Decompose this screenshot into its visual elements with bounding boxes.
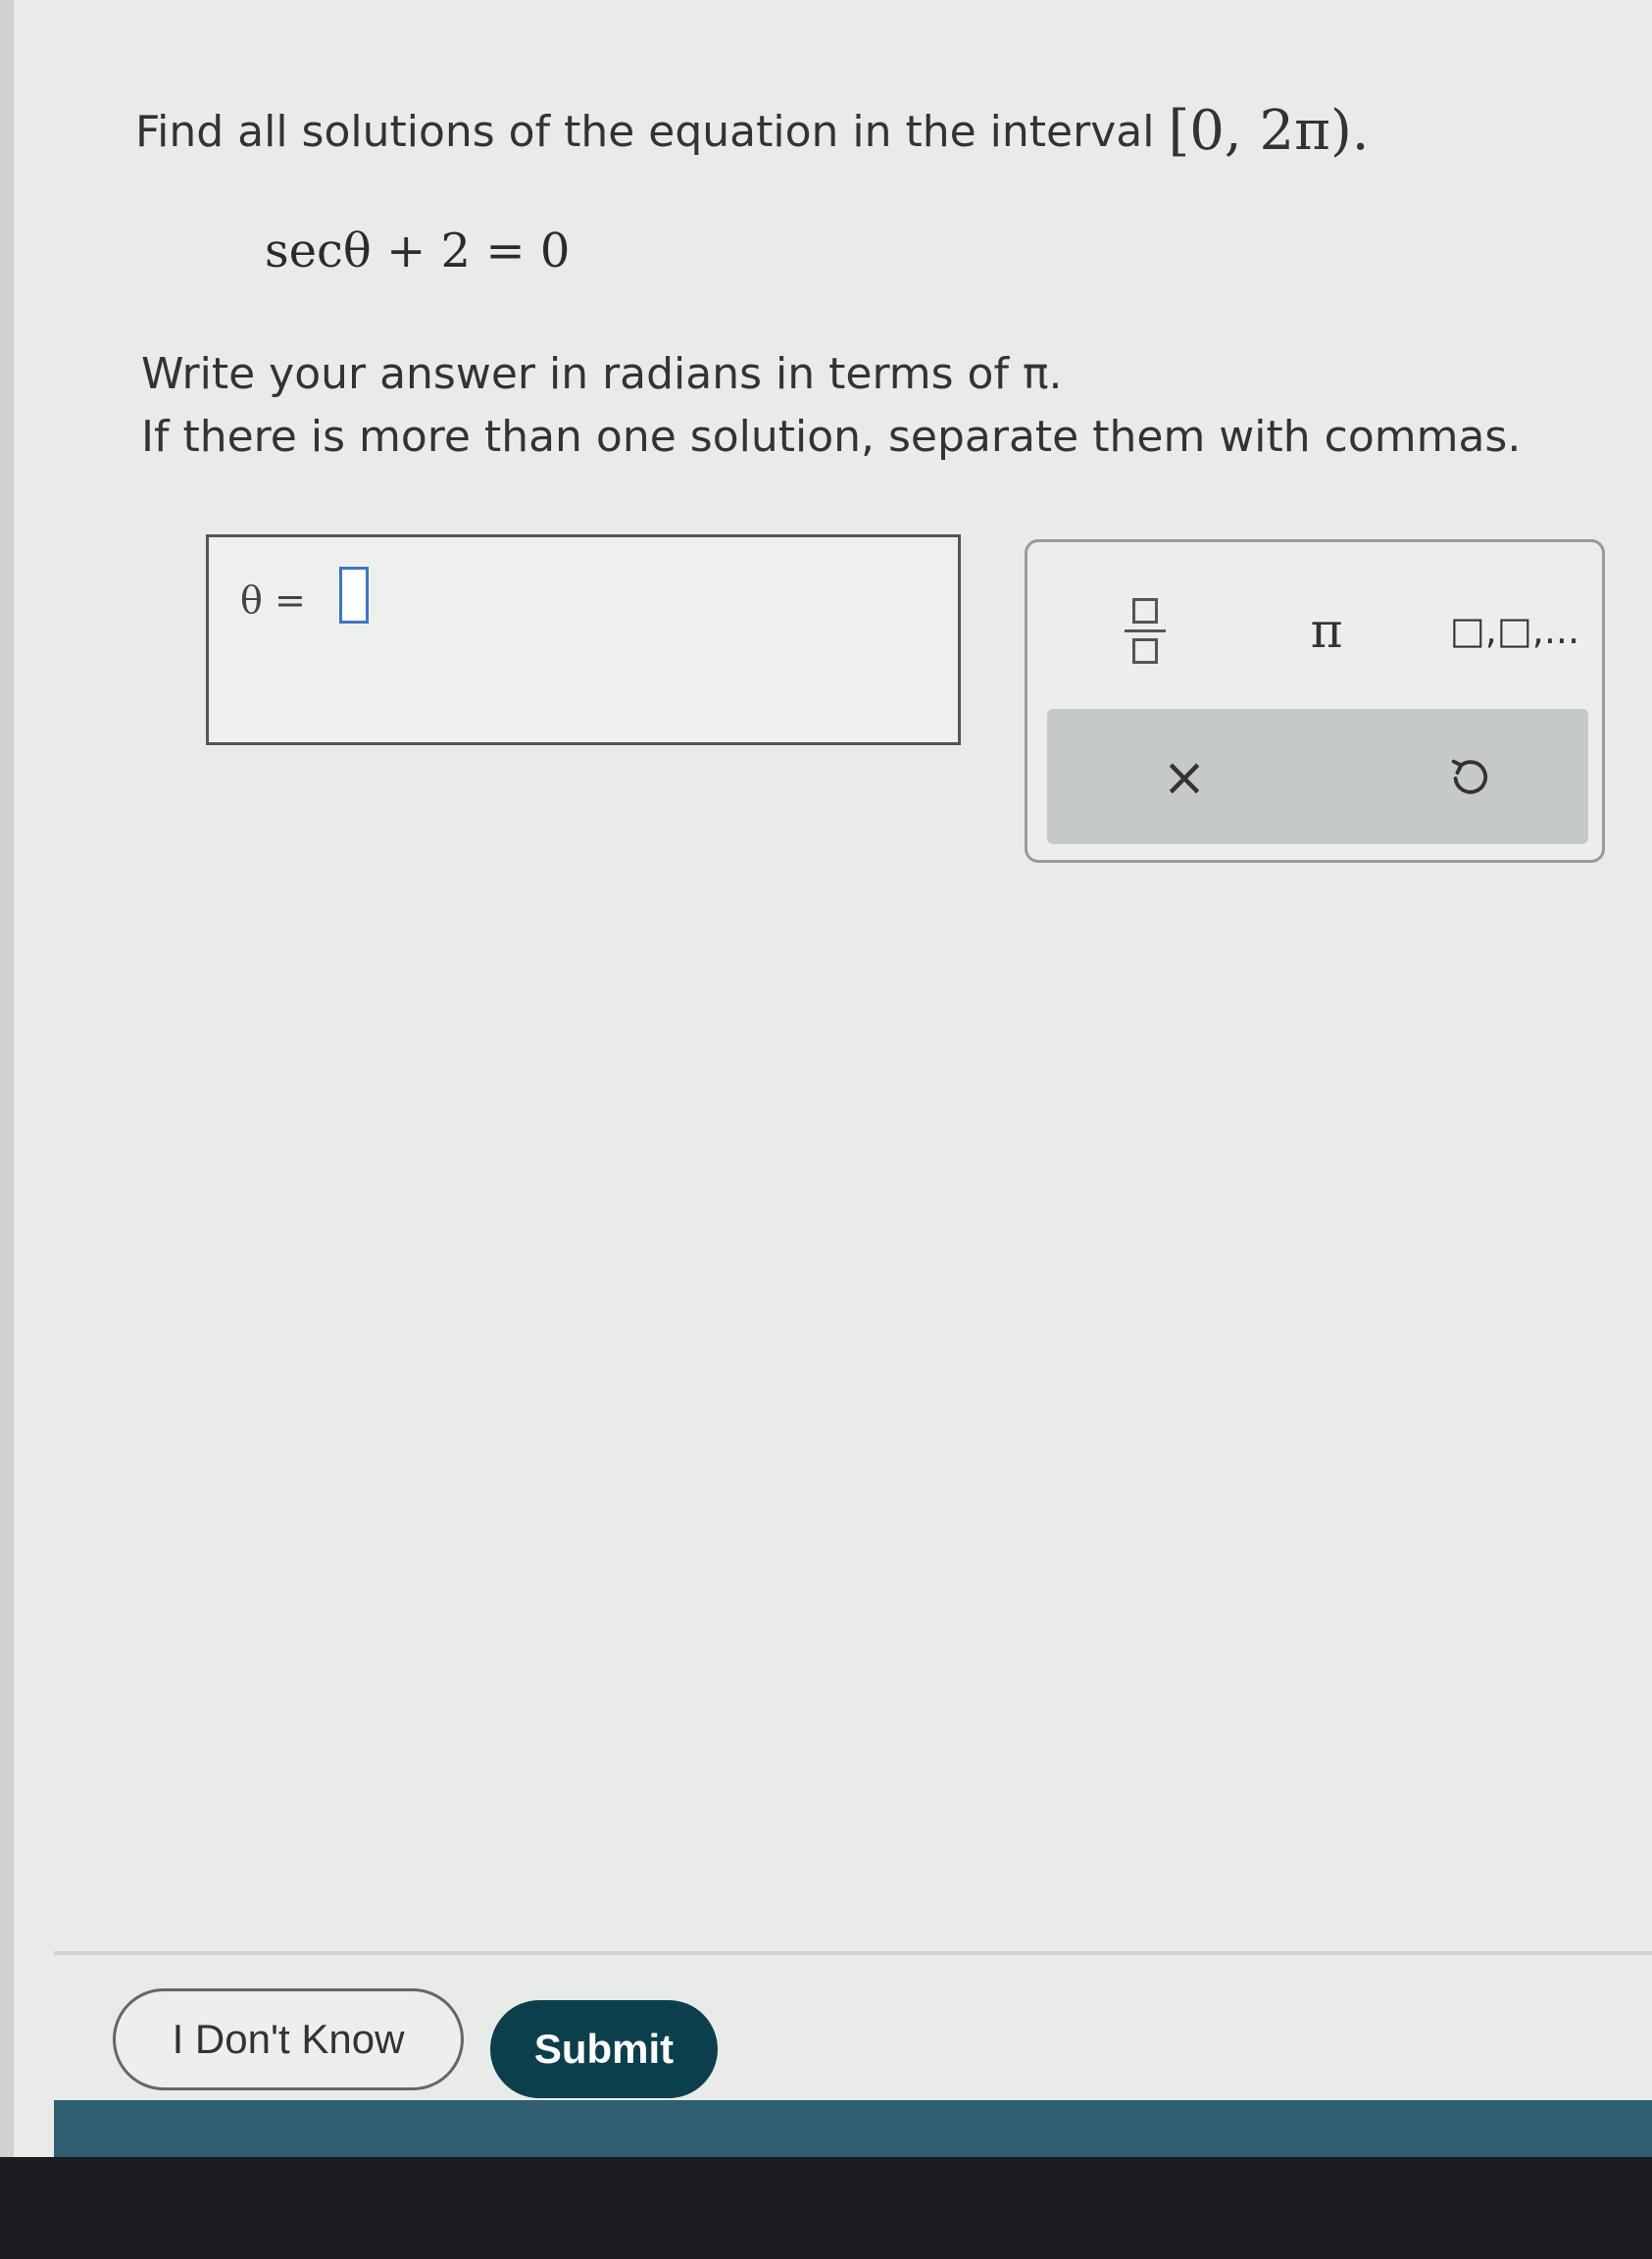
dont-know-button[interactable]: I Don't Know [113, 1988, 464, 2090]
footer-bar [54, 2100, 1652, 2157]
submit-button[interactable]: Submit [490, 2000, 718, 2098]
undo-button[interactable] [1420, 732, 1518, 821]
instruction-commas: If there is more than one solution, sepa… [141, 412, 1522, 462]
instructions: Write your answer in radians in terms of… [141, 343, 1521, 469]
bottom-divider [54, 1951, 1652, 1955]
screen: Find all solutions of the equation in th… [0, 0, 1652, 2157]
prompt-text: Find all solutions of the equation in th… [135, 107, 1155, 157]
answer-box[interactable]: θ = [206, 534, 961, 745]
clear-button[interactable]: × [1135, 732, 1233, 821]
fraction-numerator-icon [1132, 597, 1158, 624]
answer-label: θ = [240, 578, 306, 622]
undo-icon [1451, 759, 1488, 794]
fraction-denominator-icon [1132, 637, 1158, 664]
question-prompt: Find all solutions of the equation in th… [135, 98, 1567, 164]
list-button[interactable]: □,□,... [1431, 591, 1598, 670]
interval-text: [0, 2π). [1168, 99, 1370, 163]
pi-button[interactable]: π [1273, 591, 1380, 670]
fraction-bar-icon [1125, 628, 1166, 632]
palette-action-row: × [1047, 709, 1588, 844]
screen-edge [0, 0, 14, 2157]
math-palette: π □,□,... × [1025, 539, 1605, 863]
fraction-button[interactable] [1106, 577, 1184, 684]
answer-input[interactable] [339, 567, 369, 624]
equation: secθ + 2 = 0 [265, 224, 571, 278]
instruction-radians: Write your answer in radians in terms of… [141, 349, 1063, 399]
